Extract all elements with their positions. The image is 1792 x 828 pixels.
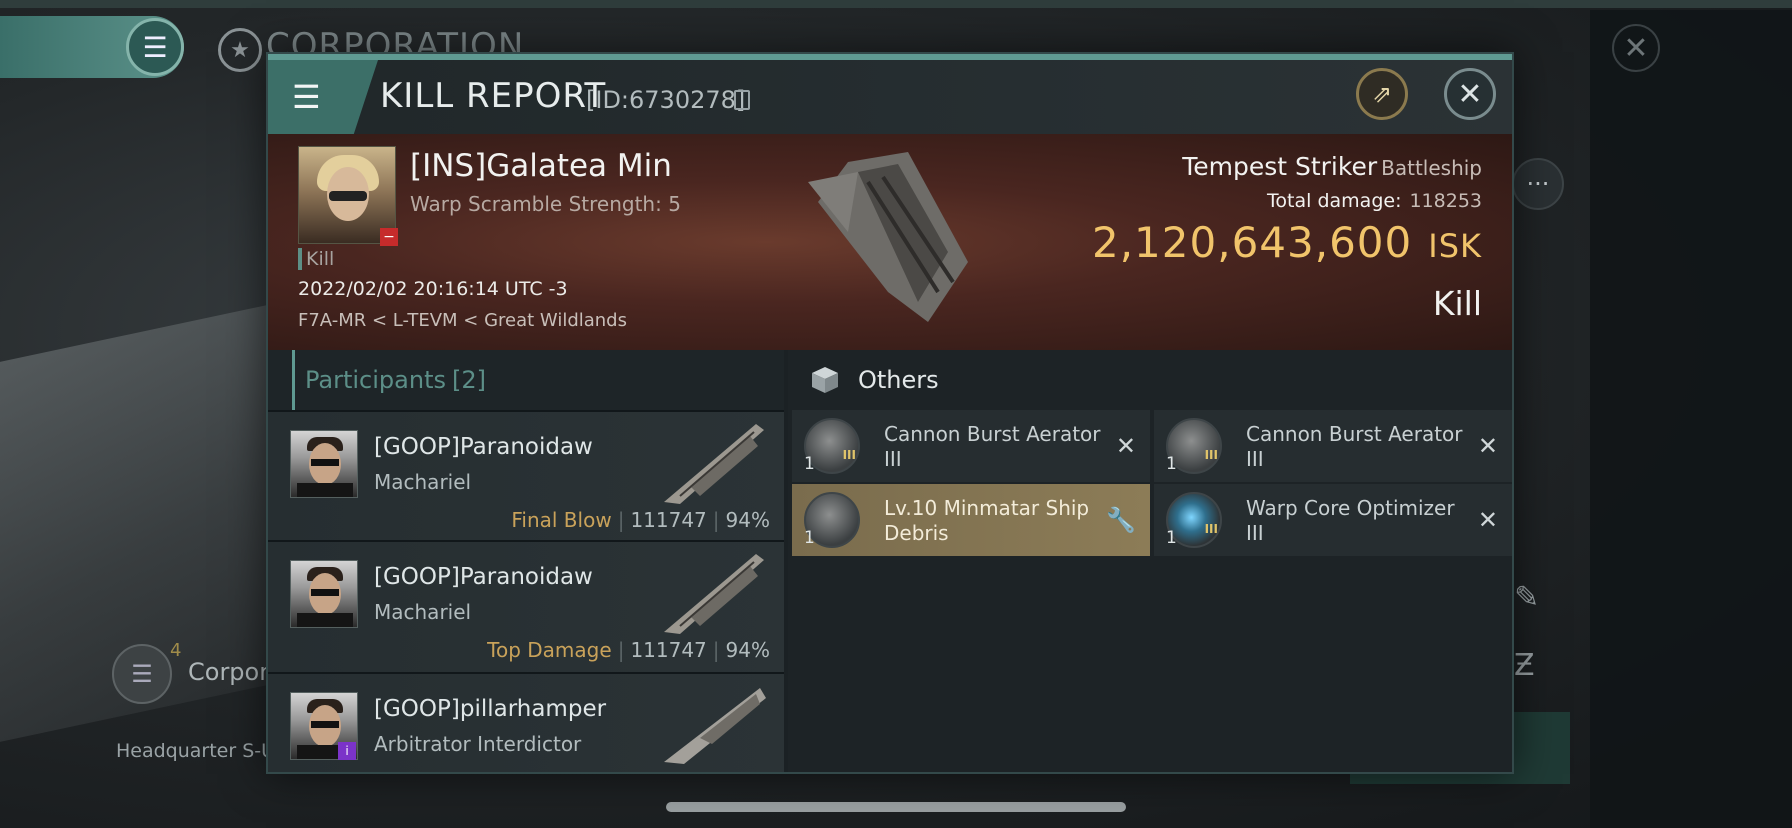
victim-ship-class: Battleship: [1381, 156, 1482, 180]
participant-ship: Machariel: [374, 600, 472, 624]
item-quantity: 1: [1166, 454, 1177, 474]
dialog-title: KILL REPORT: [380, 76, 607, 116]
victim-warp-scramble: Warp Scramble Strength: 5: [410, 192, 681, 216]
corporation-menu-button[interactable]: ☰: [112, 644, 172, 704]
participants-count: [2]: [451, 366, 486, 394]
participant-row[interactable]: i [GOOP]pillarhamper Arbitrator Interdic…: [268, 672, 784, 772]
participant-damage: 111747: [630, 508, 707, 532]
total-damage-value: 118253: [1409, 190, 1482, 212]
dialog-menu-button[interactable]: ☰: [268, 60, 378, 134]
share-icon: ⇗: [1371, 80, 1393, 108]
participant-stats: Final Blow | 111747 | 94%: [511, 508, 770, 532]
headquarter-label: Headquarter S-U: [116, 740, 276, 762]
corporation-count: 4: [170, 640, 182, 661]
kill-result: Kill: [1432, 284, 1482, 323]
participant-avatar[interactable]: [290, 430, 358, 498]
close-icon[interactable]: ✕: [1116, 432, 1136, 460]
participant-percent: 94%: [725, 508, 770, 532]
participant-ship: Arbitrator Interdictor: [374, 732, 582, 756]
item-name: Cannon Burst Aerator III: [1246, 422, 1463, 471]
others-panel: Others III 1 Cannon Burst Aerator III ✕ …: [788, 350, 1512, 772]
victim-banner: − [INS]Galatea Min Warp Scramble Strengt…: [268, 134, 1512, 350]
isk-unit: ISK: [1428, 227, 1482, 265]
participant-role: Top Damage: [487, 638, 612, 662]
item-name: Warp Core Optimizer III: [1246, 496, 1455, 545]
participant-name: [GOOP]pillarhamper: [374, 696, 607, 722]
main-menu-button[interactable]: ☰: [126, 18, 184, 76]
participant-ship-image: [664, 688, 766, 764]
corporation-star-icon: ★: [218, 28, 262, 72]
participant-name: [GOOP]Paranoidaw: [374, 564, 593, 590]
kill-location[interactable]: F7A-MR < L-TEVM < Great Wildlands: [298, 310, 627, 331]
victim-ship-name: Tempest Striker: [1182, 152, 1378, 181]
close-icon[interactable]: ✕: [1478, 432, 1498, 460]
ellipsis-icon: ···: [1526, 170, 1550, 198]
victim-ship[interactable]: Tempest Striker Battleship: [1182, 152, 1482, 181]
kill-report-dialog: ☰ KILL REPORT [ID:6730278] ⇗ ✕ − [INS]Ga…: [266, 52, 1514, 774]
top-status-bar: [0, 0, 1792, 8]
background-close-icon[interactable]: ✕: [1612, 24, 1660, 72]
share-button[interactable]: ⇗: [1356, 68, 1408, 120]
item-card[interactable]: III 1 Cannon Burst Aerator III ✕: [1154, 410, 1512, 482]
others-label: Others: [858, 366, 939, 394]
right-side-panel: [1590, 10, 1792, 828]
wrench-icon[interactable]: 🔧: [1106, 506, 1136, 534]
participants-label: Participants: [305, 366, 446, 394]
item-card[interactable]: III 1 Warp Core Optimizer III ✕: [1154, 484, 1512, 556]
participant-ship-image: [664, 554, 764, 634]
item-quantity: 1: [804, 528, 815, 548]
kill-report-id: [ID:6730278]: [586, 86, 746, 114]
copy-icon[interactable]: [734, 90, 750, 110]
item-name: Lv.10 Minmatar Ship Debris: [884, 496, 1090, 545]
participant-stats: Top Damage | 111747 | 94%: [487, 638, 770, 662]
info-badge-icon: i: [338, 742, 356, 760]
cargo-box-icon: [812, 367, 838, 393]
others-header: Others: [788, 350, 1512, 410]
isk-value: 2,120,643,600 ISK: [1092, 218, 1482, 267]
rename-icon[interactable]: Ƶ: [1514, 648, 1535, 683]
participant-row[interactable]: [GOOP]Paranoidaw Machariel Final Blow | 11…: [268, 410, 784, 540]
home-indicator-bar[interactable]: [666, 802, 1126, 812]
participant-damage: 111747: [630, 638, 707, 662]
dialog-header: ☰ KILL REPORT [ID:6730278] ⇗ ✕: [268, 60, 1512, 134]
participant-avatar[interactable]: [290, 560, 358, 628]
hostile-badge-icon: −: [380, 228, 398, 246]
items-grid: III 1 Cannon Burst Aerator III ✕ III 1 C…: [792, 410, 1512, 556]
participant-percent: 94%: [725, 638, 770, 662]
item-card[interactable]: III 1 Cannon Burst Aerator III ✕: [792, 410, 1150, 482]
menu-icon: ☰: [292, 78, 321, 116]
edit-icon[interactable]: ✎: [1514, 580, 1539, 615]
more-options-button[interactable]: ···: [1512, 158, 1564, 210]
close-button[interactable]: ✕: [1444, 68, 1496, 120]
close-icon: ✕: [1457, 76, 1483, 112]
participants-panel: Participants [2] [GOOP]Paranoidaw Machari…: [268, 350, 784, 772]
participants-header: Participants [2]: [292, 350, 784, 410]
participant-ship: Machariel: [374, 470, 472, 494]
item-card-selected[interactable]: 1 Lv.10 Minmatar Ship Debris 🔧: [792, 484, 1150, 556]
isk-amount: 2,120,643,600: [1091, 218, 1413, 267]
item-quantity: 1: [1166, 528, 1177, 548]
kill-timestamp: 2022/02/02 20:16:14 UTC -3: [298, 278, 568, 300]
close-icon[interactable]: ✕: [1478, 506, 1498, 534]
victim-name[interactable]: [INS]Galatea Min: [410, 148, 672, 184]
participant-name: [GOOP]Paranoidaw: [374, 434, 593, 460]
victim-ship-image: [808, 152, 968, 322]
menu-icon: ☰: [131, 660, 153, 688]
participant-ship-image: [664, 424, 764, 504]
total-damage-label: Total damage:: [1267, 190, 1402, 212]
item-quantity: 1: [804, 454, 815, 474]
participant-role: Final Blow: [511, 508, 612, 532]
item-name: Cannon Burst Aerator III: [884, 422, 1101, 471]
total-damage: Total damage: 118253: [1267, 190, 1482, 212]
kill-tag: Kill: [298, 248, 334, 270]
menu-icon: ☰: [142, 30, 168, 64]
participant-row[interactable]: [GOOP]Paranoidaw Machariel Top Damage | 11…: [268, 540, 784, 672]
